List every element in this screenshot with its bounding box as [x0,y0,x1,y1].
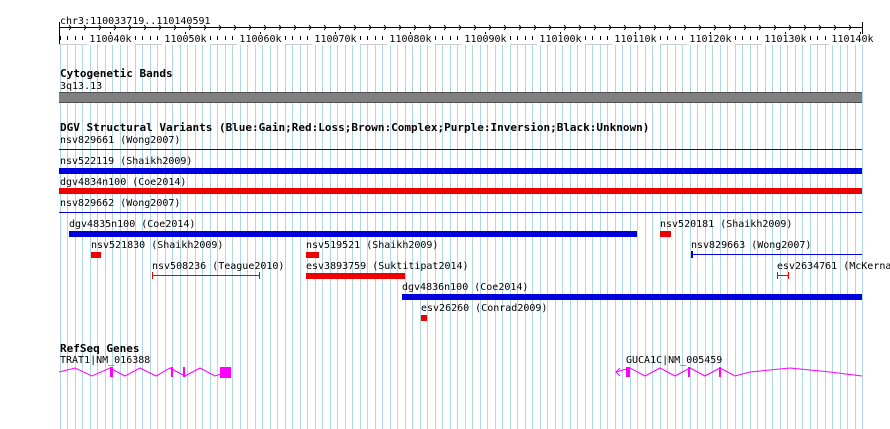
gene-guca1c[interactable] [615,367,863,377]
gene-models [58,367,863,378]
gene-trat1[interactable] [58,367,231,378]
